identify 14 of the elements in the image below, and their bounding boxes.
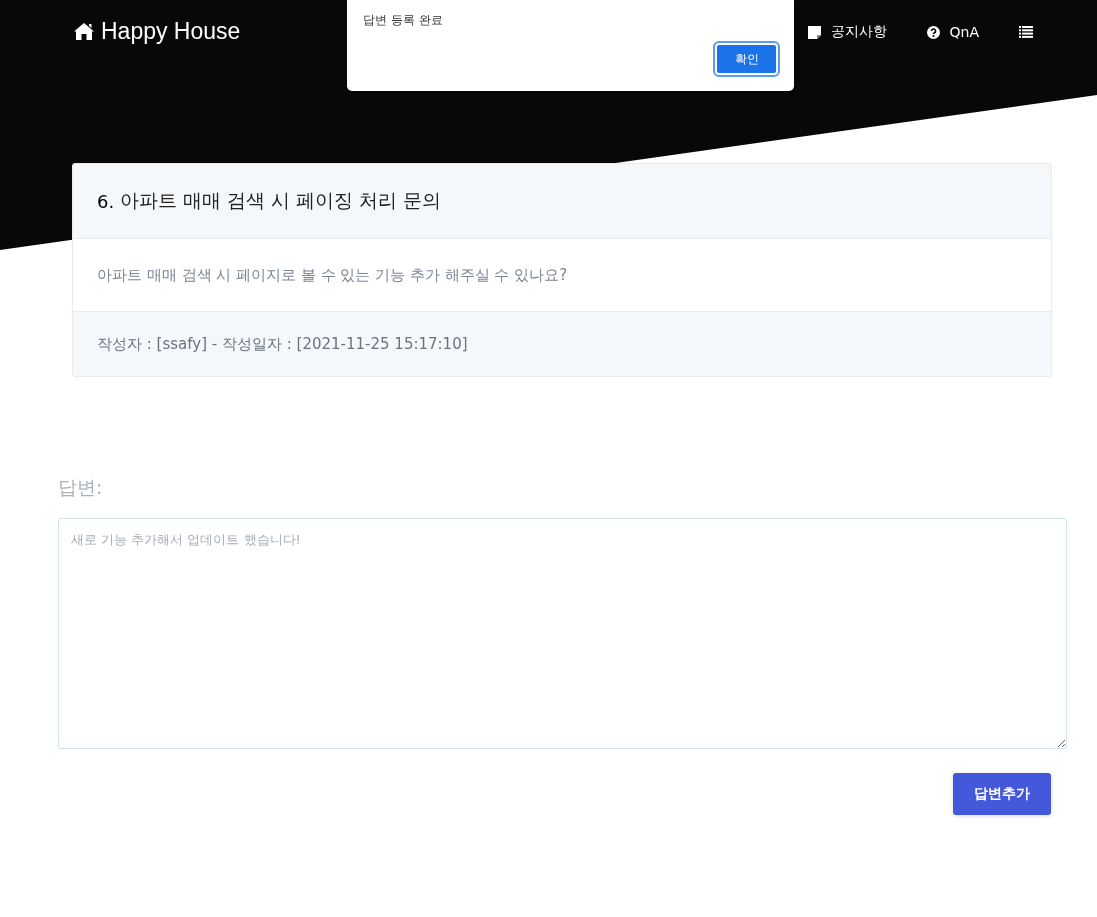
add-answer-button[interactable]: 답변추가: [953, 773, 1051, 815]
question-title: 아파트 매매 검색 시 페이징 처리 문의: [120, 188, 442, 213]
answer-field[interactable]: 새로 기능 추가해서 업데이트 했습니다!: [58, 518, 1067, 749]
home-icon: [73, 21, 95, 41]
question-number: 6.: [97, 190, 115, 212]
confirm-button[interactable]: 확인: [715, 43, 778, 75]
nav-link[interactable]: QnA: [906, 24, 999, 40]
question-content: 아파트 매매 검색 시 페이지로 볼 수 있는 기능 추가 해주실 수 있나요?: [97, 265, 568, 285]
question-icon: [926, 25, 940, 39]
answer-label: 답변:: [58, 475, 103, 500]
brand-link[interactable]: Happy House: [73, 17, 241, 45]
author-date-text: 작성자 : [ssafy] - 작성일자 : [2021-11-25 15:17:10]: [97, 334, 468, 354]
list-icon: [1019, 26, 1033, 38]
alert-message: 답변 등록 완료: [363, 12, 443, 29]
